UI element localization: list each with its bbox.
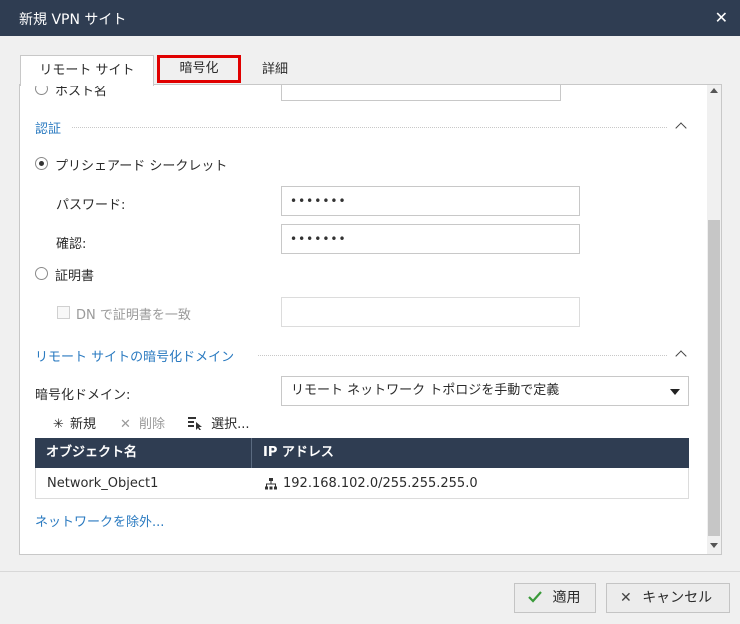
cancel-button[interactable]: ✕ キャンセル <box>606 583 730 613</box>
network-icon <box>265 478 277 490</box>
column-divider <box>251 438 252 468</box>
sparkle-icon: ✳ <box>53 417 64 432</box>
password-field[interactable] <box>281 186 580 216</box>
dialog-footer: 適用 ✕ キャンセル <box>0 571 740 624</box>
exclude-network-link[interactable]: ネットワークを除外... <box>35 511 164 530</box>
tab-panel: ホスト名 認証 プリシェアード シークレット パスワード: 確認: 証明書 DN… <box>19 84 722 555</box>
delete-button[interactable]: ✕ 削除 <box>120 415 165 435</box>
scroll-down-icon[interactable] <box>710 543 718 548</box>
table-header: オブジェクト名 IP アドレス <box>35 438 689 468</box>
delete-icon: ✕ <box>120 417 131 432</box>
apply-button-label: 適用 <box>552 590 581 606</box>
scroll-up-icon[interactable] <box>710 88 718 93</box>
cancel-icon: ✕ <box>620 590 632 606</box>
new-button-label: 新規 <box>70 417 97 432</box>
cert-radio[interactable] <box>35 267 48 280</box>
hostname-input[interactable] <box>281 85 561 101</box>
encryption-domain-select[interactable]: リモート ネットワーク トポロジを手動で定義 <box>281 376 689 406</box>
select-list-icon <box>188 417 202 431</box>
table-row[interactable]: Network_Object1 192.168.102.0/255.255.25… <box>35 468 689 499</box>
cancel-button-label: キャンセル <box>642 590 713 606</box>
cert-label: 証明書 <box>55 269 95 284</box>
ip-address-cell: 192.168.102.0/255.255.255.0 <box>283 476 478 491</box>
chevron-up-icon[interactable] <box>675 350 687 362</box>
dn-input[interactable] <box>281 297 580 327</box>
confirm-password-field[interactable] <box>281 224 580 254</box>
scrollbar-thumb[interactable] <box>708 220 720 536</box>
hostname-label: ホスト名 <box>55 84 108 99</box>
auth-divider <box>72 127 667 128</box>
dn-match-checkbox[interactable] <box>57 306 70 319</box>
chevron-up-icon[interactable] <box>675 122 687 134</box>
chevron-down-icon <box>670 389 680 395</box>
auth-section-title: 認証 <box>35 122 62 137</box>
new-button[interactable]: ✳ 新規 <box>53 415 96 435</box>
dn-match-label: DN で証明書を一致 <box>76 308 191 323</box>
close-icon[interactable]: ✕ <box>715 8 728 27</box>
dialog-title: 新規 VPN サイト <box>19 12 127 28</box>
encryption-domain-value: リモート ネットワーク トポロジを手動で定義 <box>291 383 560 398</box>
delete-button-label: 削除 <box>139 417 166 432</box>
encryption-domain-section-title: リモート サイトの暗号化ドメイン <box>35 350 235 365</box>
check-icon <box>528 591 542 603</box>
tab-remote-site[interactable]: リモート サイト <box>20 55 154 86</box>
encryption-divider <box>258 355 667 356</box>
encryption-domain-label: 暗号化ドメイン: <box>35 388 131 403</box>
password-label: パスワード: <box>56 198 126 213</box>
psk-radio[interactable] <box>35 157 48 170</box>
vertical-scrollbar[interactable] <box>707 85 721 554</box>
column-header-object-name[interactable]: オブジェクト名 <box>46 438 137 468</box>
confirm-label: 確認: <box>56 237 87 252</box>
tab-advanced[interactable]: 詳細 <box>262 55 302 85</box>
tab-encryption[interactable]: 暗号化 <box>157 55 241 83</box>
psk-label: プリシェアード シークレット <box>55 159 228 174</box>
column-header-ip-address[interactable]: IP アドレス <box>263 438 334 468</box>
apply-button[interactable]: 適用 <box>514 583 596 613</box>
select-button-label: 選択... <box>211 417 250 432</box>
dialog-titlebar: 新規 VPN サイト ✕ <box>0 0 740 36</box>
object-name-cell: Network_Object1 <box>47 476 159 491</box>
select-button[interactable]: 選択... <box>187 415 250 435</box>
